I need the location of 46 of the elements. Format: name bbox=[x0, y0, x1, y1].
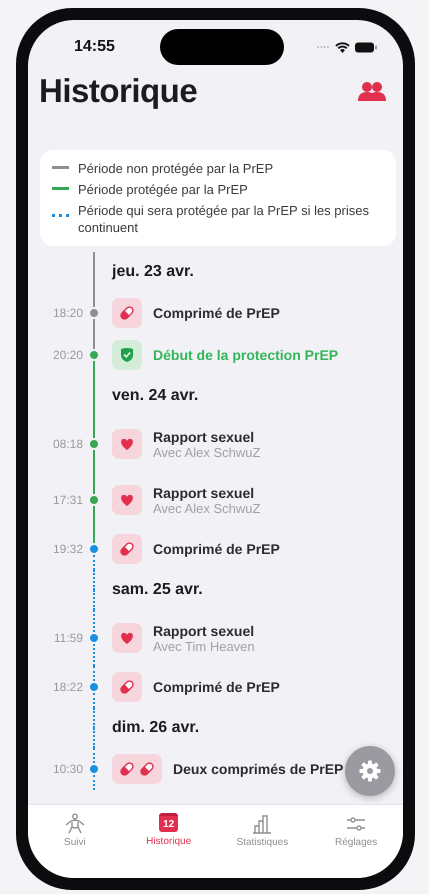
tab-button[interactable]: Statistiques bbox=[216, 813, 310, 878]
event-title: Comprimé de PrEP bbox=[153, 541, 280, 557]
event-time: 20:20 bbox=[52, 348, 83, 362]
event-time: 11:59 bbox=[52, 631, 83, 645]
page-title: Historique bbox=[39, 72, 198, 110]
event-time: 17:31 bbox=[52, 493, 83, 507]
shield-icon bbox=[112, 340, 142, 370]
wifi-icon bbox=[335, 42, 350, 52]
battery-icon bbox=[355, 42, 377, 52]
two-pills-icon bbox=[112, 754, 162, 784]
day-heading: dim. 26 avr. bbox=[112, 719, 200, 737]
tab-button[interactable]: Suivi bbox=[28, 813, 122, 878]
event-time: 08:18 bbox=[52, 437, 83, 451]
event-subtitle: Avec Alex SchwuZ bbox=[153, 500, 260, 516]
event-time: 10:30 bbox=[52, 762, 83, 776]
settings-button[interactable] bbox=[345, 746, 395, 796]
event-time: 18:22 bbox=[52, 680, 83, 694]
gear-icon bbox=[358, 759, 382, 783]
event-subtitle: Avec Alex SchwuZ bbox=[153, 444, 260, 460]
person-icon bbox=[64, 813, 86, 835]
event-title: Rapport sexuel bbox=[153, 484, 256, 500]
day-heading: jeu. 23 avr. bbox=[112, 263, 194, 281]
event-title: Comprimé de PrEP bbox=[153, 679, 280, 695]
legend-label: Période protégée par la PrEP bbox=[78, 181, 248, 198]
people-icon[interactable] bbox=[357, 81, 387, 101]
event-title: Rapport sexuel bbox=[153, 428, 256, 444]
event-title: Rapport sexuel bbox=[153, 622, 255, 638]
pill-icon bbox=[112, 298, 142, 328]
calendar-icon: 12 bbox=[159, 813, 178, 832]
event-time: 19:32 bbox=[52, 542, 83, 556]
bar-chart-icon bbox=[251, 813, 274, 835]
event-time: 18:20 bbox=[52, 306, 83, 320]
event-subtitle: Avec Tim Heaven bbox=[153, 638, 255, 654]
legend-label: Période non protégée par la PrEP bbox=[78, 160, 274, 177]
legend-label: Période qui sera protégée par la PrEP si les prises continuent bbox=[78, 202, 370, 236]
day-heading: sam. 25 avr. bbox=[112, 581, 203, 599]
event-title: Deux comprimés de PrEP bbox=[173, 761, 344, 777]
tab-button[interactable]: Réglages bbox=[309, 813, 403, 878]
event-title: Comprimé de PrEP bbox=[153, 305, 280, 321]
signal-icon bbox=[316, 45, 330, 49]
day-heading: ven. 24 avr. bbox=[112, 387, 198, 405]
pill-icon bbox=[112, 672, 142, 702]
tab-button[interactable]: 12 Historique bbox=[122, 813, 216, 878]
event-title: Début de la protection PrEP bbox=[153, 347, 338, 363]
pill-icon bbox=[112, 534, 142, 564]
status-time: 14:55 bbox=[74, 38, 116, 56]
